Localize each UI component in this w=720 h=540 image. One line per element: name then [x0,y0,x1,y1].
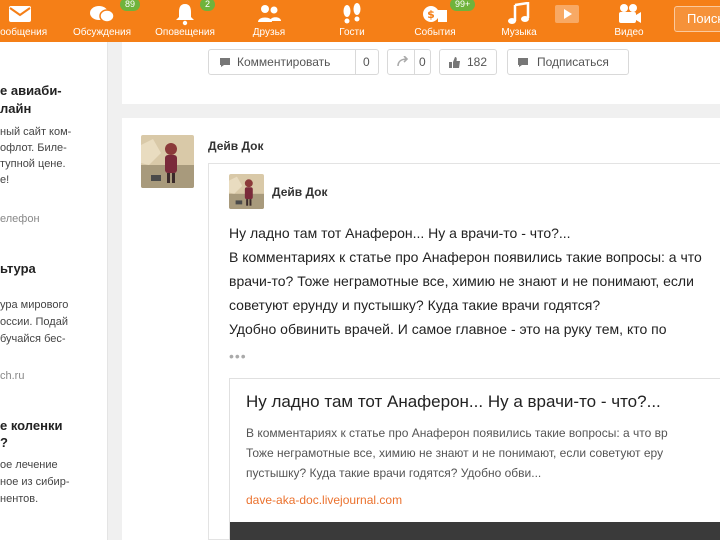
nav-guests[interactable]: Гости [315,0,389,42]
reshare-count: 0 [419,55,426,69]
nav-friends[interactable]: Друзья [232,0,306,42]
search-button[interactable]: Поиск [674,6,720,32]
nav-discussions[interactable]: 89 Обсуждения [65,0,141,42]
chat-bubbles-icon [90,6,115,23]
nav-label: Оповещения [155,27,215,38]
subscribe-icon [518,58,528,67]
ad-text: е! [0,174,10,186]
ad-title[interactable]: е коленки [0,417,62,435]
nav-notifications[interactable]: 2 Оповещения [148,0,222,42]
post-text-line: советуют ерунду и пустышку? Куда такие в… [229,297,601,313]
ads-column: е авиаби- лайн ный сайт ком- офлот. Биле… [0,42,108,540]
expand-more-button[interactable]: ••• [229,348,247,364]
ad-text: ный сайт ком- [0,126,72,138]
ad-text: бучайся бес- [0,333,66,345]
comment-count: 0 [363,55,370,69]
ad-text: ое лечение [0,459,58,471]
nav-video[interactable]: Видео [592,0,666,42]
events-badge: 99+ [450,0,476,11]
avatar-photo [229,174,264,209]
nav-label: Обсуждения [72,27,132,38]
divider [355,50,356,74]
link-preview-image[interactable] [230,522,720,540]
ad-title[interactable]: ? [0,434,8,452]
music-note-icon [508,2,530,24]
divider [414,50,415,74]
nav-label: Сообщения [0,27,48,38]
events-icon: $ [423,6,447,22]
subscribe-button[interactable]: Подписаться [507,49,629,75]
ad-text: нентов. [0,493,39,505]
discussions-badge: 89 [120,0,141,11]
nav-label: События [414,27,456,38]
nav-messages[interactable]: Сообщения [0,0,60,42]
like-button[interactable]: 182 [439,49,497,75]
ad-text: офлот. Биле- [0,142,67,154]
ad-text: оссии. Подай [0,316,68,328]
thumbs-up-icon [449,57,460,68]
ad-link[interactable]: ch.ru [0,370,24,382]
ad-text: ура мирового [0,299,69,311]
repost-author-avatar[interactable] [229,174,264,209]
nav-label: Видео [614,27,644,38]
envelope-icon [9,6,31,22]
notifications-badge: 2 [200,0,216,11]
author-avatar[interactable] [141,135,194,188]
post-text-line: Ну ладно там тот Анаферон... Ну а врачи-… [229,225,571,241]
link-preview-text: пустышку? Куда такие врачи годятся? Удоб… [246,466,542,480]
link-preview-url[interactable]: dave-aka-doc.livejournal.com [246,493,402,507]
repost-author-name[interactable]: Дейв Док [272,185,328,199]
nav-events[interactable]: $ 99+ События [398,0,476,42]
nav-label: Гости [339,27,365,38]
svg-text:$: $ [427,8,435,21]
reshare-button[interactable]: 0 [387,49,431,75]
play-icon [555,5,579,23]
link-preview-text: В комментариях к статье про Анаферон поя… [246,426,668,440]
reshare-arrow-icon [397,56,409,67]
ad-title[interactable]: ьтура [0,260,36,278]
top-navigation-bar: Сообщения 89 Обсуждения 2 Оповещения Дру… [0,0,720,42]
subscribe-label: Подписаться [537,55,609,69]
video-camera-icon [619,4,641,23]
ad-text: тупной цене. [0,158,66,170]
comment-label: Комментировать [237,55,331,69]
nav-label: Друзья [252,27,286,38]
post-author-name[interactable]: Дейв Док [208,139,264,153]
link-preview-text: Тоже неграмотные все, химию не знают и н… [246,446,664,460]
post-action-bar: Комментировать 0 0 182 Подписаться [122,42,720,104]
avatar-photo [141,135,194,188]
footprints-icon [343,3,361,24]
ad-title[interactable]: лайн [0,100,31,118]
ad-text: ное из сибир- [0,476,70,488]
post-text-line: врачи-то? Тоже неграмотные все, химию не… [229,273,694,289]
post-text-line: Удобно обвинить врачей. И самое главное … [229,321,667,337]
bell-icon [176,4,194,26]
ad-link[interactable]: елефон [0,213,40,225]
like-count: 182 [467,55,488,69]
link-preview-title[interactable]: Ну ладно там тот Анаферон... Ну а врачи-… [246,392,661,412]
post-text-line: В комментариях к статье про Анаферон поя… [229,249,702,265]
comment-icon [220,58,230,67]
comment-button[interactable]: Комментировать 0 [208,49,379,75]
friends-icon [258,5,281,22]
ad-title[interactable]: е авиаби- [0,82,62,100]
